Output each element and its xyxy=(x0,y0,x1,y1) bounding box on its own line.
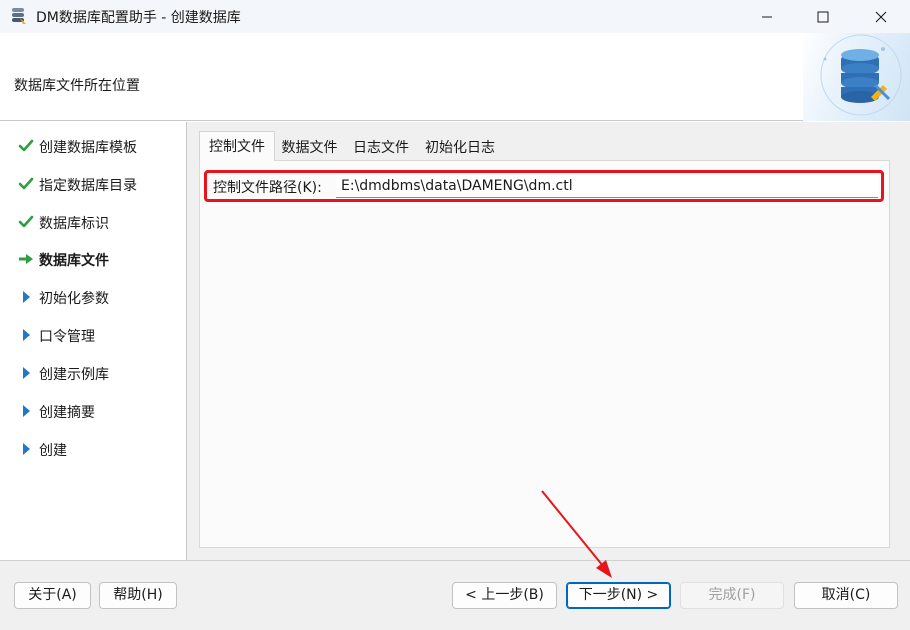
triangle-right-icon xyxy=(23,405,30,417)
cancel-button[interactable]: 取消(C) xyxy=(794,582,898,609)
header-banner xyxy=(803,33,910,121)
step-label: 创建数据库模板 xyxy=(39,140,137,156)
step-database-directory: 指定数据库目录 xyxy=(0,168,187,200)
minimize-icon xyxy=(762,16,772,17)
next-button[interactable]: 下一步(N) > xyxy=(566,582,671,609)
about-button[interactable]: 关于(A) xyxy=(14,582,91,609)
step-label: 创建示例库 xyxy=(39,367,109,383)
step-create: 创建 xyxy=(0,433,187,465)
step-summary: 创建摘要 xyxy=(0,395,187,427)
step-label: 口令管理 xyxy=(39,329,95,345)
control-file-path-input[interactable] xyxy=(336,174,878,198)
tab-init-log[interactable]: 初始化日志 xyxy=(418,133,502,159)
step-sample-db: 创建示例库 xyxy=(0,357,187,389)
tab-log-file[interactable]: 日志文件 xyxy=(346,133,416,159)
tab-control-file[interactable]: 控制文件 xyxy=(199,131,275,161)
step-label: 初始化参数 xyxy=(39,291,109,307)
wizard-header: 数据库文件所在位置 xyxy=(0,33,910,121)
maximize-icon xyxy=(817,11,829,22)
close-icon xyxy=(875,11,887,22)
tab-panel-control-file xyxy=(199,160,890,548)
prev-button[interactable]: < 上一步(B) xyxy=(452,582,557,609)
triangle-right-icon xyxy=(23,367,30,379)
database-icon xyxy=(820,34,902,116)
title-bar: DM数据库配置助手 - 创建数据库 xyxy=(0,0,910,33)
control-file-path-label: 控制文件路径(K): xyxy=(213,180,322,196)
step-label: 指定数据库目录 xyxy=(39,178,137,194)
step-label: 创建摘要 xyxy=(39,405,95,421)
triangle-right-icon xyxy=(23,443,30,455)
step-label: 数据库文件 xyxy=(39,253,109,269)
check-icon xyxy=(18,215,34,228)
step-label: 创建 xyxy=(39,443,67,459)
help-button[interactable]: 帮助(H) xyxy=(99,582,177,609)
triangle-right-icon xyxy=(23,291,30,303)
step-create-template: 创建数据库模板 xyxy=(0,130,187,162)
step-label: 数据库标识 xyxy=(39,216,109,232)
arrow-right-icon xyxy=(19,254,33,264)
tab-data-file[interactable]: 数据文件 xyxy=(275,133,344,159)
maximize-button[interactable] xyxy=(800,0,846,33)
step-database-files: 数据库文件 xyxy=(0,243,187,275)
step-password: 口令管理 xyxy=(0,319,187,351)
minimize-button[interactable] xyxy=(744,0,790,33)
check-icon xyxy=(18,177,34,190)
window-title: DM数据库配置助手 - 创建数据库 xyxy=(36,10,241,26)
step-init-params: 初始化参数 xyxy=(0,281,187,313)
close-button[interactable] xyxy=(858,0,904,33)
finish-button: 完成(F) xyxy=(680,582,784,609)
page-title: 数据库文件所在位置 xyxy=(14,78,140,94)
app-icon xyxy=(12,8,26,24)
check-icon xyxy=(18,139,34,152)
step-database-identity: 数据库标识 xyxy=(0,206,187,238)
wizard-steps-sidebar: 创建数据库模板 指定数据库目录 数据库标识 数据库文件 初始化参数 口令管理 创… xyxy=(0,122,187,560)
triangle-right-icon xyxy=(23,329,30,341)
